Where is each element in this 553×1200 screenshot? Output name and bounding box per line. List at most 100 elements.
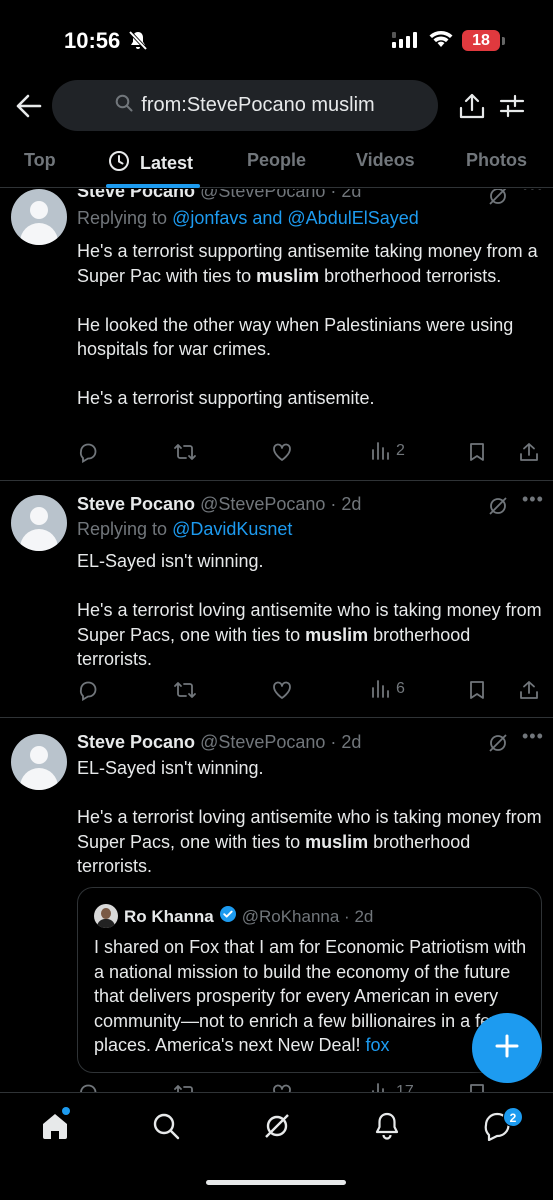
share-icon <box>520 681 538 699</box>
avatar[interactable] <box>11 734 67 790</box>
more-options-icon[interactable]: ••• <box>522 489 544 510</box>
views-button[interactable]: 6 <box>370 679 405 699</box>
tweet-author[interactable]: Steve Pocano @StevePocano · 2d <box>77 189 361 202</box>
repost-button[interactable] <box>173 679 197 701</box>
bell-muted-icon <box>128 30 148 57</box>
status-time: 10:56 <box>64 28 121 53</box>
views-count: 2 <box>396 442 405 459</box>
search-tabs: Top Latest People Videos Photos <box>0 138 553 188</box>
bookmark-icon <box>470 443 484 461</box>
more-options-icon[interactable]: ••• <box>522 189 544 198</box>
highlight-term: muslim <box>305 831 369 852</box>
quote-text-body: I shared on Fox that I am for Economic P… <box>94 937 527 1055</box>
grok-icon[interactable] <box>487 495 509 522</box>
reply-icon <box>79 443 97 463</box>
tweet-text-p1: EL-Sayed isn't winning. <box>77 551 264 571</box>
views-button[interactable]: 2 <box>370 441 405 461</box>
tweet-text: EL-Sayed isn't winning. He's a terrorist… <box>77 756 547 879</box>
quote-text: I shared on Fox that I am for Economic P… <box>94 935 534 1058</box>
reply-icon <box>79 681 97 701</box>
verified-badge-icon <box>219 905 237 928</box>
clock-icon <box>108 150 130 177</box>
tab-photos[interactable]: Photos <box>466 150 527 171</box>
tweet-text-p2: He looked the other way when Palestinian… <box>77 314 514 360</box>
share-icon <box>520 443 538 461</box>
repost-icon <box>174 444 196 460</box>
replying-to-links[interactable]: @DavidKusnet <box>172 519 292 539</box>
bookmark-icon <box>470 681 484 699</box>
search-nav-icon[interactable] <box>151 1111 183 1143</box>
grok-nav-icon[interactable] <box>262 1111 294 1143</box>
wifi-icon <box>428 29 454 54</box>
tab-latest[interactable]: Latest <box>108 150 193 177</box>
views-chart-icon <box>372 680 389 698</box>
share-icon[interactable] <box>459 92 485 125</box>
repost-button[interactable] <box>173 441 197 463</box>
tweet-actions: 6 <box>77 679 543 703</box>
home-notification-dot <box>62 1107 70 1115</box>
home-icon[interactable] <box>40 1111 72 1143</box>
quote-author-name: Ro Khanna <box>124 906 214 926</box>
heart-icon <box>273 681 291 699</box>
author-handle-time: @StevePocano · 2d <box>200 189 362 201</box>
avatar[interactable] <box>11 189 67 245</box>
search-query: from:StevePocano muslim <box>141 94 375 116</box>
author-name: Steve Pocano <box>77 494 196 514</box>
like-button[interactable] <box>271 441 293 463</box>
tweet-text-p1: EL-Sayed isn't winning. <box>77 758 264 778</box>
search-header: from:StevePocano muslim <box>0 80 553 132</box>
filter-sliders-icon[interactable] <box>498 92 526 125</box>
author-name: Steve Pocano <box>77 189 196 201</box>
grok-icon[interactable] <box>487 732 509 759</box>
tweet-item[interactable]: Steve Pocano @StevePocano · 2d ••• Reply… <box>0 481 553 718</box>
like-button[interactable] <box>271 679 293 701</box>
quote-handle-time: @RoKhanna · 2d <box>241 906 374 926</box>
share-tweet-button[interactable] <box>518 441 540 463</box>
replying-to: Replying to @jonfavs and @AbdulElSayed <box>77 208 419 229</box>
battery-indicator: 18 <box>462 30 500 51</box>
quote-author: Ro Khanna @RoKhanna · 2d <box>124 905 373 928</box>
home-indicator <box>206 1180 346 1185</box>
avatar[interactable] <box>11 495 67 551</box>
highlight-term: muslim <box>305 624 369 645</box>
repost-icon <box>174 682 196 698</box>
reply-button[interactable] <box>77 679 99 701</box>
tweet-text: He's a terrorist supporting antisemite t… <box>77 239 547 411</box>
replying-to: Replying to @DavidKusnet <box>77 519 292 540</box>
tweet-text-p3: He's a terrorist supporting antisemite. <box>77 388 375 408</box>
notifications-icon[interactable] <box>372 1111 404 1143</box>
highlight-term: muslim <box>256 265 320 286</box>
tweet-item[interactable]: Steve Pocano @StevePocano · 2d ••• Reply… <box>0 189 553 481</box>
replying-to-links[interactable]: @jonfavs and @AbdulElSayed <box>172 208 419 228</box>
heart-icon <box>273 443 291 461</box>
tab-top[interactable]: Top <box>24 150 56 171</box>
share-tweet-button[interactable] <box>518 679 540 701</box>
plus-icon <box>494 1033 520 1064</box>
tweet-author[interactable]: Steve Pocano @StevePocano · 2d <box>77 494 361 515</box>
quote-link[interactable]: fox <box>366 1035 390 1055</box>
grok-icon[interactable] <box>487 189 509 212</box>
back-arrow-icon[interactable] <box>14 92 44 120</box>
signal-icon <box>392 32 418 53</box>
battery-cap <box>502 37 505 45</box>
compose-button[interactable] <box>472 1013 542 1083</box>
author-handle-time: @StevePocano · 2d <box>200 494 362 514</box>
reply-button[interactable] <box>77 441 99 463</box>
tweet-actions: 2 <box>77 441 543 465</box>
active-tab-indicator <box>106 184 200 188</box>
tab-videos[interactable]: Videos <box>356 150 415 171</box>
author-handle-time: @StevePocano · 2d <box>200 732 362 752</box>
status-bar: 10:56 18 <box>0 0 553 80</box>
tab-latest-label: Latest <box>140 153 194 173</box>
tweet-text: EL-Sayed isn't winning. He's a terrorist… <box>77 549 547 672</box>
tweet-author[interactable]: Steve Pocano @StevePocano · 2d <box>77 732 361 753</box>
search-icon <box>115 94 133 117</box>
replying-prefix: Replying to <box>77 208 173 228</box>
bookmark-button[interactable] <box>467 679 487 701</box>
quote-avatar <box>94 904 118 928</box>
bookmark-button[interactable] <box>467 441 487 463</box>
search-input[interactable]: from:StevePocano muslim <box>52 80 438 131</box>
tab-people[interactable]: People <box>247 150 306 171</box>
more-options-icon[interactable]: ••• <box>522 726 544 747</box>
replying-prefix: Replying to <box>77 519 173 539</box>
